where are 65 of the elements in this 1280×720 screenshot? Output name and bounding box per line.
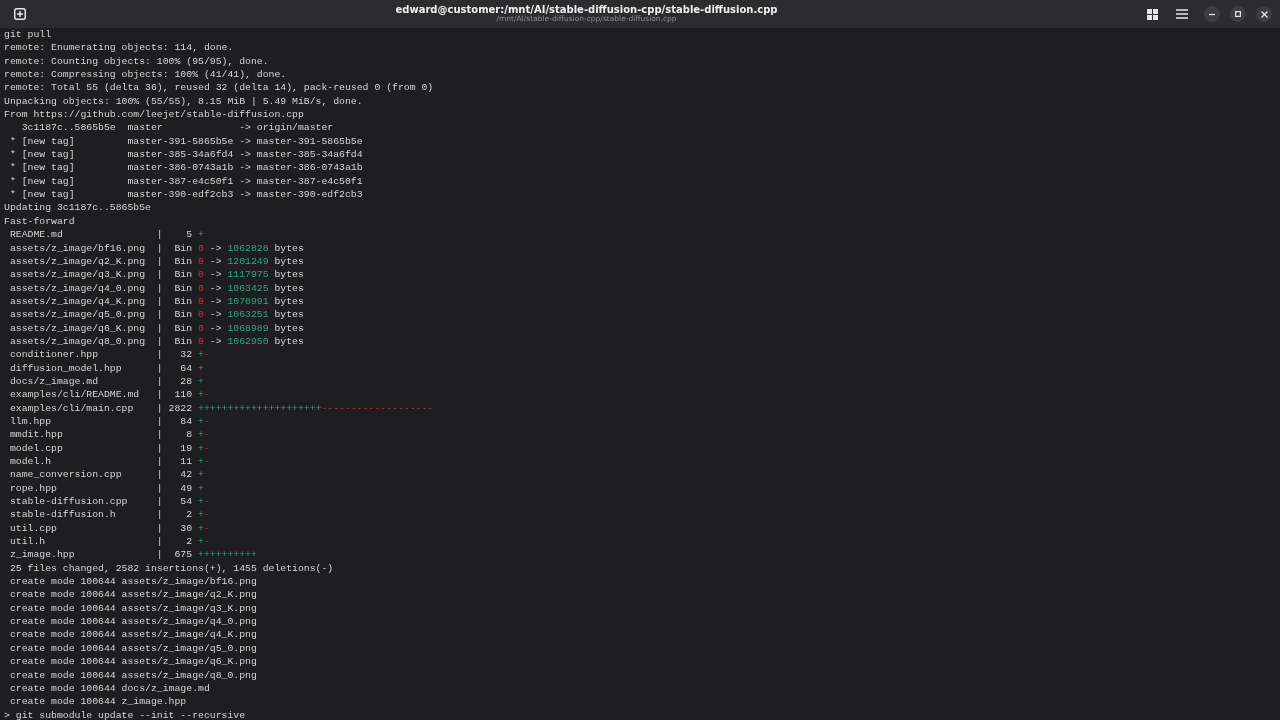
terminal-line: docs/z_image.md | 28 + <box>8 374 204 389</box>
layout-button[interactable] <box>1145 6 1160 22</box>
terminal-line: * [new tag] master-390-edf2cb3 -> master-390-edf2cb3 <box>8 188 363 202</box>
terminal-line: diffusion_model.hpp | 64 + <box>8 361 204 375</box>
terminal-line: model.cpp | 19 +- <box>8 441 210 455</box>
terminal-line: create mode 100644 assets/z_image/q8_0.png <box>8 668 257 682</box>
terminal-line: create mode 100644 assets/z_image/q3_K.png <box>8 601 257 616</box>
maximize-button[interactable] <box>1230 6 1246 22</box>
terminal-line: Fast-forward <box>4 214 75 229</box>
terminal-line: README.md | 5 + <box>8 228 204 242</box>
terminal-line: * [new tag] master-387-e4c50f1 -> master-387-e4c50f1 <box>8 174 363 189</box>
new-tab-icon <box>14 8 26 20</box>
terminal-line: > git submodule update --init --recursive <box>4 708 246 720</box>
terminal-line: From https://github.com/leejet/stable-diffusion.cpp <box>4 108 304 122</box>
terminal-line: git pull <box>4 28 52 42</box>
terminal-line: remote: Enumerating objects: 114, done. <box>4 41 234 55</box>
terminal-line: create mode 100644 assets/z_image/q2_K.png <box>8 588 257 602</box>
terminal-line: assets/z_image/q6_K.png | Bin 0 -> 1068989 bytes <box>8 321 304 335</box>
terminal-line: z_image.hpp | 675 ++++++++++ <box>8 548 257 562</box>
terminal-line: 25 files changed, 2582 insertions(+), 1455 deletions(-) <box>8 561 334 576</box>
grid-icon <box>1147 8 1158 20</box>
terminal-line: assets/z_image/q2_K.png | Bin 0 -> 1201249 bytes <box>8 254 304 269</box>
terminal-line: assets/z_image/q5_0.png | Bin 0 -> 1063251 bytes <box>8 308 304 322</box>
terminal-line: assets/z_image/bf16.png | Bin 0 -> 1062828 bytes <box>8 241 304 255</box>
terminal-line: create mode 100644 assets/z_image/q4_0.png <box>8 615 257 629</box>
maximize-icon <box>1235 11 1241 17</box>
terminal-line: assets/z_image/q8_0.png | Bin 0 -> 1062950 bytes <box>8 334 304 349</box>
terminal-line: examples/cli/main.cpp | 2822 +++++++++++++++++++++------------------- <box>8 401 434 415</box>
terminal-line: remote: Counting objects: 100% (95/95), done. <box>4 54 269 69</box>
terminal-line: model.h | 11 +- <box>8 455 210 469</box>
terminal-line: remote: Compressing objects: 100% (41/41), done. <box>4 68 287 82</box>
terminal-line: examples/cli/README.md | 110 +- <box>8 388 210 402</box>
terminal-line: stable-diffusion.h | 2 +- <box>8 508 210 522</box>
menu-icon <box>1176 9 1188 19</box>
terminal-line: assets/z_image/q4_0.png | Bin 0 -> 1063425 bytes <box>8 281 304 295</box>
terminal-line: util.h | 2 +- <box>8 535 210 549</box>
terminal-line: util.cpp | 30 +- <box>8 521 210 536</box>
terminal-line: llm.hpp | 84 +- <box>8 414 210 429</box>
terminal-line: mmdit.hpp | 8 +- <box>8 428 210 442</box>
close-button[interactable] <box>1256 6 1272 22</box>
terminal-line: stable-diffusion.cpp | 54 +- <box>8 495 210 509</box>
terminal-line: * [new tag] master-386-0743a1b -> master-386-0743a1b <box>8 161 363 175</box>
terminal-line: assets/z_image/q4_K.png | Bin 0 -> 1070991 bytes <box>8 294 304 309</box>
terminal-line: create mode 100644 assets/z_image/bf16.png <box>8 575 257 589</box>
terminal-line: name_conversion.cpp | 42 + <box>8 468 204 482</box>
terminal-line: * [new tag] master-391-5865b5e -> master-391-5865b5e <box>8 134 363 149</box>
terminal-line: create mode 100644 docs/z_image.md <box>8 681 210 696</box>
terminal-line: create mode 100644 assets/z_image/q4_K.png <box>8 628 257 642</box>
terminal-line: create mode 100644 assets/z_image/q6_K.png <box>8 655 257 669</box>
terminal-line: Unpacking objects: 100% (55/55), 8.15 MiB | 5.49 MiB/s, done. <box>4 94 363 109</box>
terminal-line: Updating 3c1187c..5865b5e <box>4 201 151 215</box>
minimize-icon <box>1209 11 1215 17</box>
close-icon <box>1260 10 1268 18</box>
terminal-line: 3c1187c..5865b5e master -> origin/master <box>20 121 334 135</box>
terminal-line: conditioner.hpp | 32 +- <box>8 348 210 362</box>
terminal-line: create mode 100644 assets/z_image/q5_0.png <box>8 641 257 656</box>
new-tab-button[interactable] <box>12 6 28 22</box>
terminal-line: remote: Total 55 (delta 36), reused 32 (delta 14), pack-reused 0 (from 0) <box>4 81 434 95</box>
terminal-line: create mode 100644 z_image.hpp <box>8 695 187 709</box>
terminal-line: * [new tag] master-385-34a6fd4 -> master-385-34a6fd4 <box>8 148 363 162</box>
minimize-button[interactable] <box>1204 6 1220 22</box>
terminal-line: assets/z_image/q3_K.png | Bin 0 -> 1117975 bytes <box>8 268 304 282</box>
menu-button[interactable] <box>1174 7 1190 21</box>
window-title: edward@customer:/mnt/AI/stable-diffusion-cpp/stable-diffusion.cpp <box>395 4 778 16</box>
terminal-line: rope.hpp | 49 + <box>8 481 204 496</box>
